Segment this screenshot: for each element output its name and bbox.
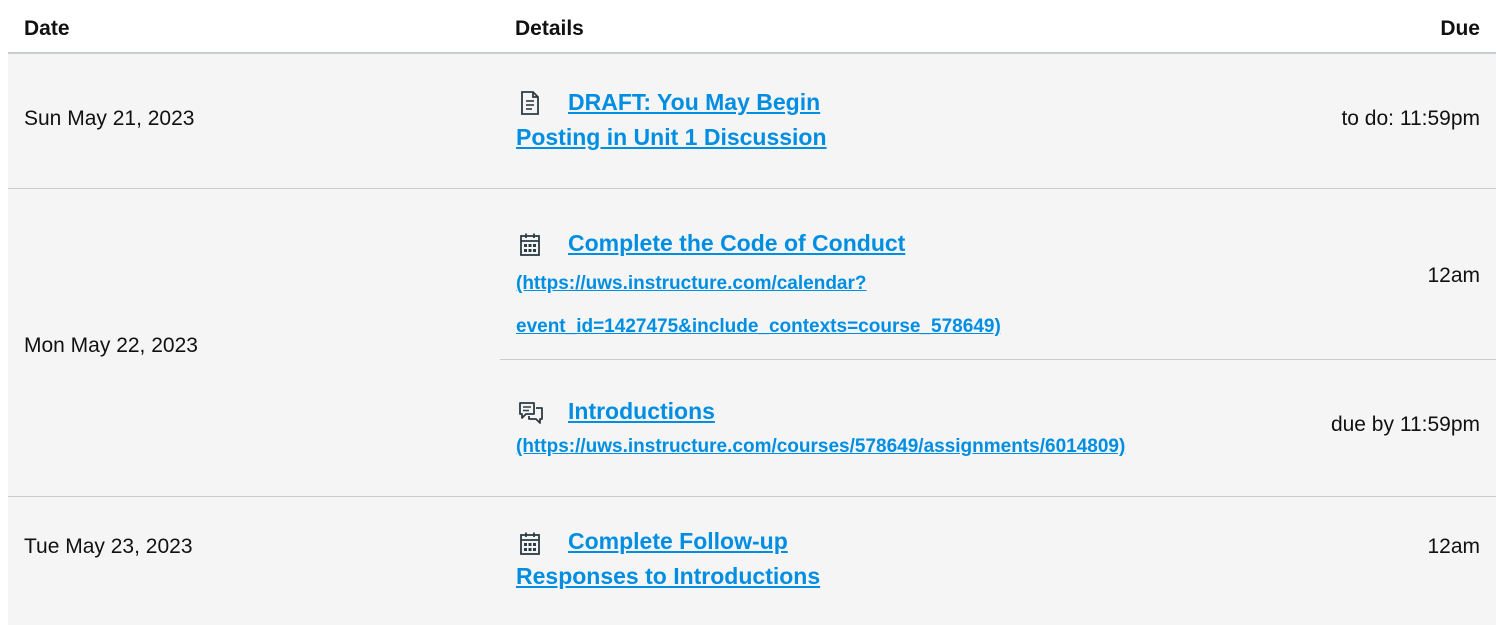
syllabus-table: Date Details Due Sun May 21, 2023 DRAFT:… <box>8 0 1496 625</box>
row-date: Sun May 21, 2023 <box>24 107 195 130</box>
link-title-line2: Responses to Introductions <box>516 563 821 589</box>
link-url-line1: (https://uws.instructure.com/calendar? <box>516 273 867 294</box>
link-url-line1: (https://uws.instructure.com/courses/578… <box>516 436 1126 457</box>
table-row: Mon May 22, 2023 Complete the Code of Co… <box>8 189 1496 497</box>
header-date: Date <box>24 17 70 40</box>
calendar-event-link[interactable]: Complete the Code of Conduct (https://uw… <box>516 224 1001 348</box>
table-header: Date Details Due <box>8 0 1496 54</box>
link-title-line2: Posting in Unit 1 Discussion <box>516 124 827 150</box>
link-title: Introductions <box>568 398 715 424</box>
due-text: 12am <box>1427 264 1480 287</box>
link-title: Complete the Code of Conduct <box>568 230 906 256</box>
table-row: Sun May 21, 2023 DRAFT: You May Begin Po… <box>8 54 1496 189</box>
calendar-event-link[interactable]: Complete Follow-up Responses to Introduc… <box>516 523 820 593</box>
assignment-link[interactable]: DRAFT: You May Begin Posting in Unit 1 D… <box>516 84 827 154</box>
link-url-line2: event_id=1427475&include_contexts=course… <box>516 316 1001 337</box>
header-details: Details <box>515 17 584 40</box>
item-divider <box>500 359 1496 360</box>
row-date: Mon May 22, 2023 <box>24 334 198 357</box>
due-text: due by 11:59pm <box>1330 413 1480 436</box>
link-title-line1: DRAFT: You May Begin <box>568 89 821 115</box>
discussion-link[interactable]: Introductions (https://uws.instructure.c… <box>516 394 1125 466</box>
due-text: 12am <box>1427 535 1480 558</box>
link-title-line1: Complete Follow-up <box>568 528 788 554</box>
row-date: Tue May 23, 2023 <box>24 535 193 558</box>
header-due: Due <box>1440 17 1480 40</box>
due-text: to do: 11:59pm <box>1341 107 1480 130</box>
table-row: Tue May 23, 2023 Complete Follow-up Resp… <box>8 497 1496 625</box>
